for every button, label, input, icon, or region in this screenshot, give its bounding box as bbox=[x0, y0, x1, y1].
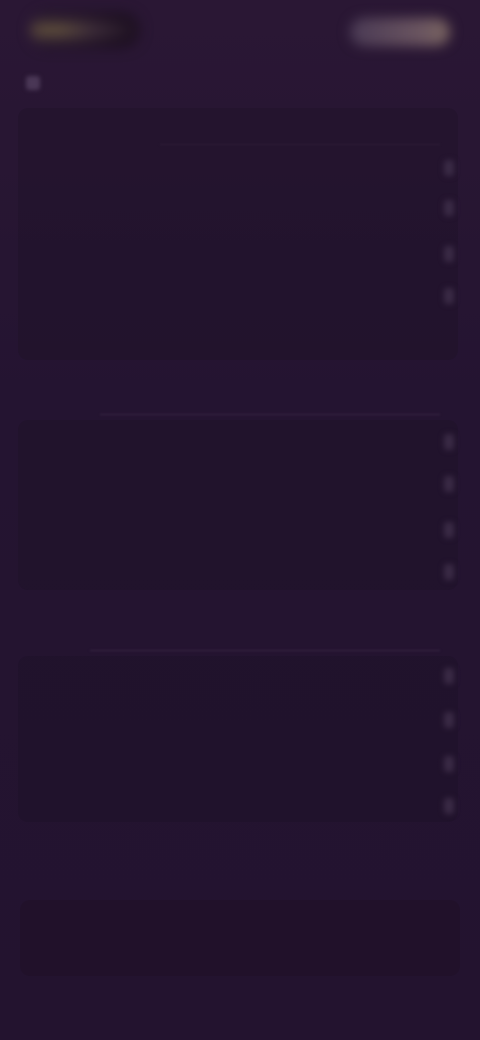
chevron-right-icon bbox=[444, 200, 454, 216]
chevron-right-icon bbox=[444, 434, 454, 450]
chevron-right-icon bbox=[444, 522, 454, 538]
top-action-button[interactable] bbox=[350, 18, 450, 46]
section-card-2 bbox=[18, 420, 458, 590]
settings-group-icon bbox=[26, 76, 40, 90]
chevron-right-icon bbox=[444, 288, 454, 304]
chevron-right-icon bbox=[444, 712, 454, 728]
chevron-right-icon bbox=[444, 246, 454, 262]
section-card-1 bbox=[18, 108, 458, 360]
chevron-right-icon bbox=[444, 564, 454, 580]
chevron-right-icon bbox=[444, 756, 454, 772]
chevron-right-icon bbox=[444, 798, 454, 814]
divider bbox=[100, 414, 440, 415]
chevron-right-icon bbox=[444, 668, 454, 684]
section-card-3 bbox=[18, 656, 458, 822]
section-header-1 bbox=[26, 72, 54, 94]
chevron-right-icon bbox=[444, 476, 454, 492]
app-root bbox=[0, 0, 480, 1040]
divider bbox=[90, 650, 440, 651]
app-logo[interactable] bbox=[30, 12, 140, 48]
chevron-right-icon bbox=[444, 160, 454, 176]
bottom-center-button[interactable] bbox=[206, 924, 274, 950]
top-bar bbox=[0, 0, 480, 64]
